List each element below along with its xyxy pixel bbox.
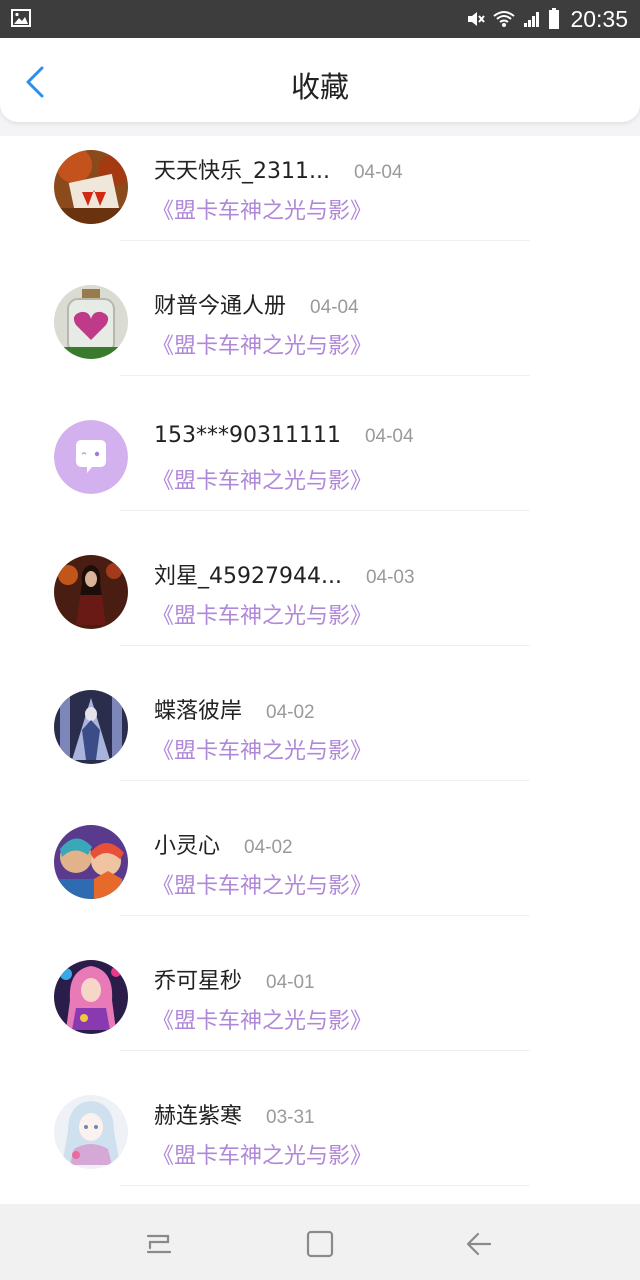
divider — [120, 780, 530, 781]
user-name[interactable]: 蝶落彼岸 — [154, 693, 242, 725]
book-title[interactable]: 《盟卡车神之光与影》 — [152, 598, 372, 630]
divider — [120, 1050, 530, 1051]
mute-icon — [468, 12, 486, 26]
system-back-button[interactable] — [460, 1224, 500, 1264]
item-date: 04-04 — [353, 162, 403, 183]
divider — [120, 645, 530, 646]
book-title[interactable]: 《盟卡车神之光与影》 — [152, 193, 372, 225]
avatar[interactable] — [54, 960, 128, 1034]
item-date: 04-02 — [244, 837, 293, 858]
back-icon — [466, 1232, 492, 1256]
list-item[interactable]: 刘星_45927944... 04-03 《盟卡车神之光与影》 — [0, 541, 640, 676]
default-avatar-icon — [54, 420, 128, 494]
status-bar: 20:35 — [0, 0, 640, 38]
app-header: 收藏 — [0, 38, 640, 122]
home-icon — [306, 1230, 334, 1258]
book-title[interactable]: 《盟卡车神之光与影》 — [152, 328, 372, 360]
book-title[interactable]: 《盟卡车神之光与影》 — [152, 1003, 372, 1035]
row-header: 小灵心 04-02 — [154, 828, 293, 860]
gallery-icon — [11, 9, 31, 27]
item-date: 04-04 — [310, 297, 359, 318]
row-header: 刘星_45927944... 04-03 — [154, 558, 415, 590]
avatar[interactable] — [54, 420, 128, 494]
book-title[interactable]: 《盟卡车神之光与影》 — [152, 733, 372, 765]
row-header: 乔可星秒 04-01 — [154, 963, 315, 995]
list-item[interactable]: 153***90311111 04-04 《盟卡车神之光与影》 — [0, 406, 640, 541]
recent-apps-button[interactable] — [140, 1224, 180, 1264]
page-title: 收藏 — [290, 70, 349, 104]
list-item[interactable]: 财普今通人册 04-04 《盟卡车神之光与影》 — [0, 271, 640, 406]
divider — [120, 240, 530, 241]
battery-icon — [549, 8, 560, 29]
item-date: 03-31 — [266, 1107, 315, 1128]
row-header: 153***90311111 04-04 — [154, 423, 414, 448]
user-name[interactable]: 赫连紫寒 — [154, 1098, 242, 1130]
list-item[interactable]: 小灵心 04-02 《盟卡车神之光与影》 — [0, 811, 640, 946]
avatar[interactable] — [54, 825, 128, 899]
user-name[interactable]: 乔可星秒 — [154, 963, 242, 995]
row-header: 赫连紫寒 03-31 — [154, 1098, 315, 1130]
row-header: 天天快乐_2311... 04-04 — [154, 153, 403, 185]
recent-apps-icon — [146, 1234, 172, 1254]
user-name[interactable]: 小灵心 — [154, 828, 220, 860]
user-name[interactable]: 153***90311111 — [154, 423, 341, 448]
avatar[interactable] — [54, 285, 128, 359]
item-date: 04-04 — [364, 426, 414, 447]
divider — [120, 375, 530, 376]
book-title[interactable]: 《盟卡车神之光与影》 — [152, 868, 372, 900]
divider — [120, 915, 530, 916]
item-date: 04-03 — [365, 567, 415, 588]
status-icons: 20:35 — [466, 0, 628, 38]
header-area: 收藏 — [0, 38, 640, 138]
item-date: 04-02 — [266, 702, 315, 723]
user-name[interactable]: 财普今通人册 — [154, 288, 286, 320]
avatar[interactable] — [54, 1095, 128, 1169]
status-time: 20:35 — [570, 5, 628, 32]
list-item[interactable]: 蝶落彼岸 04-02 《盟卡车神之光与影》 — [0, 676, 640, 811]
list-item[interactable]: 天天快乐_2311... 04-04 《盟卡车神之光与影》 — [0, 136, 640, 271]
divider — [120, 510, 530, 511]
signal-icon — [524, 12, 540, 27]
favorites-list[interactable]: 天天快乐_2311... 04-04 《盟卡车神之光与影》 财普今通人册 04-… — [0, 136, 640, 1204]
book-title[interactable]: 《盟卡车神之光与影》 — [152, 1138, 372, 1170]
user-name[interactable]: 天天快乐_2311... — [154, 153, 330, 185]
avatar[interactable] — [54, 150, 128, 224]
avatar[interactable] — [54, 555, 128, 629]
list-item[interactable]: 赫连紫寒 03-31 《盟卡车神之光与影》 — [0, 1081, 640, 1204]
home-button[interactable] — [300, 1224, 340, 1264]
row-header: 财普今通人册 04-04 — [154, 288, 359, 320]
book-title[interactable]: 《盟卡车神之光与影》 — [152, 463, 372, 495]
wifi-icon — [493, 11, 516, 27]
avatar[interactable] — [54, 690, 128, 764]
list-item[interactable]: 乔可星秒 04-01 《盟卡车神之光与影》 — [0, 946, 640, 1081]
navigation-bar — [0, 1204, 640, 1280]
divider — [120, 1185, 530, 1186]
row-header: 蝶落彼岸 04-02 — [154, 693, 315, 725]
item-date: 04-01 — [266, 972, 315, 993]
user-name[interactable]: 刘星_45927944... — [154, 558, 342, 590]
